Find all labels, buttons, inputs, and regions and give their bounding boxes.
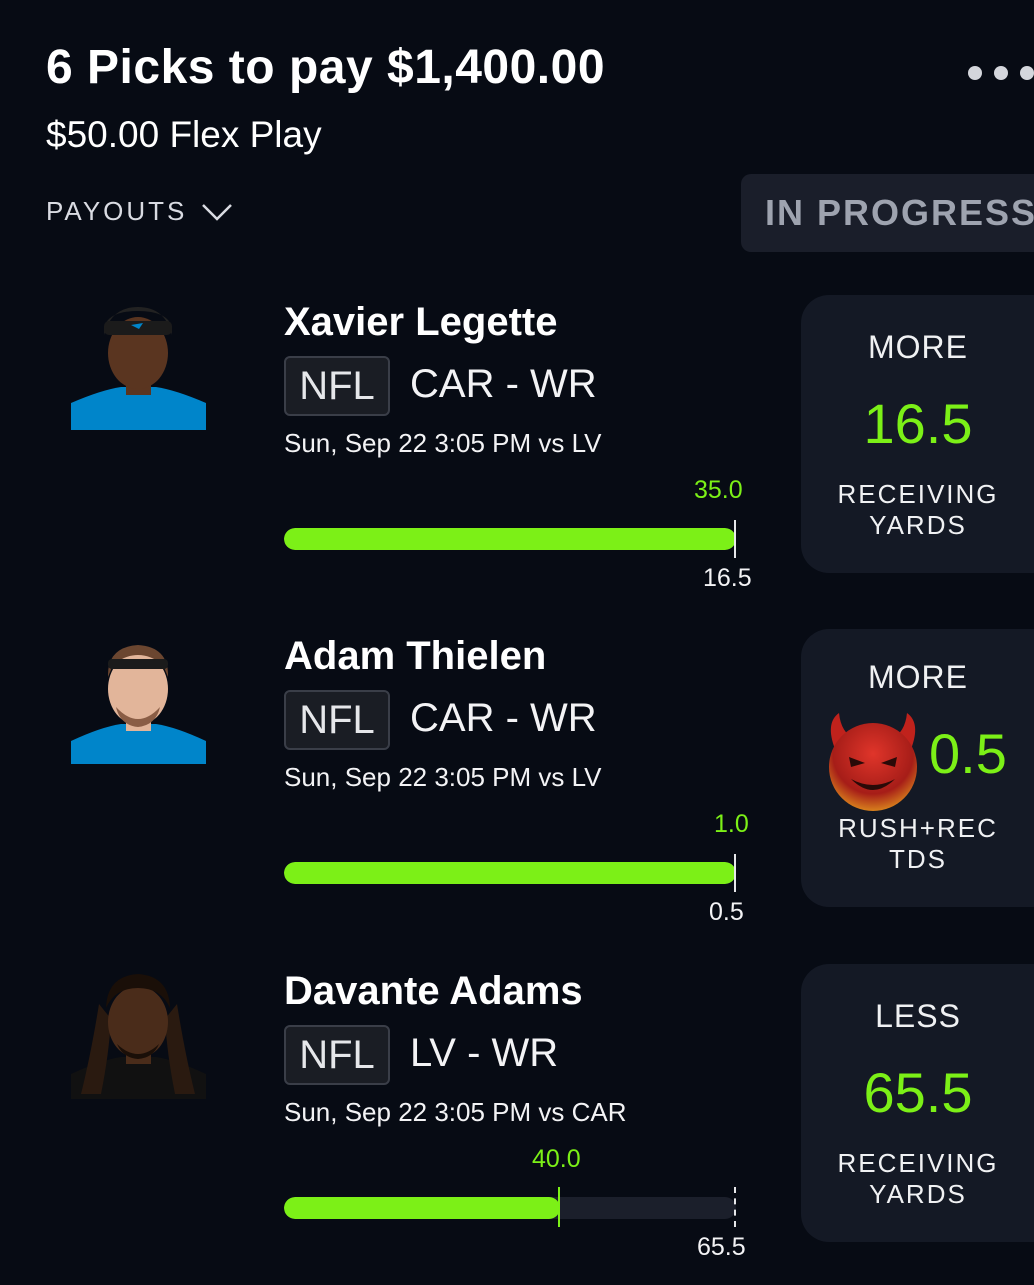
line-value: 65.5 [697, 1233, 746, 1261]
line-value: 0.5 [709, 898, 744, 926]
league-tag: NFL [284, 690, 390, 750]
stat-card[interactable]: MORE 0.5 RUSH+REC TDS [801, 629, 1034, 907]
player-name: Xavier Legette [284, 300, 558, 344]
line-value: 16.5 [703, 564, 752, 592]
pick-row: Adam Thielen NFL CAR - WR Sun, Sep 22 3:… [0, 624, 1034, 926]
stat-type: RECEIVING YARDS [837, 1148, 999, 1209]
stat-type: RECEIVING YARDS [837, 479, 999, 540]
projection-value: 0.5 [929, 722, 1007, 785]
progress-fill [284, 862, 736, 884]
more-options-button[interactable] [948, 58, 1034, 88]
league-tag: NFL [284, 1025, 390, 1085]
devil-emoji-icon [829, 713, 917, 811]
player-avatar [71, 974, 206, 1099]
more-dot-icon [1020, 66, 1034, 80]
stat-card[interactable]: LESS 65.5 RECEIVING YARDS [801, 964, 1034, 1242]
progress-bar [284, 862, 736, 884]
progress-bar [284, 1197, 736, 1219]
actual-marker [558, 1187, 560, 1227]
game-info: Sun, Sep 22 3:05 PM vs LV [284, 762, 602, 792]
pick-direction: LESS [875, 998, 961, 1034]
team-position: LV - WR [410, 1031, 559, 1075]
player-avatar [71, 645, 206, 764]
payouts-toggle[interactable]: PAYOUTS [46, 196, 233, 227]
team-position: CAR - WR [410, 362, 597, 406]
actual-stat-value: 35.0 [694, 476, 743, 504]
league-tag: NFL [284, 356, 390, 416]
progress-fill [284, 528, 736, 550]
pick-row: Davante Adams NFL LV - WR Sun, Sep 22 3:… [0, 959, 1034, 1261]
line-marker [734, 854, 736, 892]
chevron-down-icon [202, 203, 233, 221]
progress-bar [284, 528, 736, 550]
stat-type: RUSH+REC TDS [838, 813, 998, 874]
projection-value: 65.5 [863, 1061, 973, 1124]
line-marker [734, 1187, 736, 1227]
team-position: CAR - WR [410, 696, 597, 740]
player-name: Adam Thielen [284, 634, 547, 678]
progress-fill [284, 1197, 560, 1219]
pick-direction: MORE [868, 329, 968, 365]
more-dot-icon [968, 66, 982, 80]
play-type-subtitle: $50.00 Flex Play [46, 114, 322, 155]
player-avatar [71, 307, 206, 430]
actual-stat-value: 40.0 [532, 1145, 581, 1173]
projection-value: 16.5 [863, 392, 973, 455]
game-info: Sun, Sep 22 3:05 PM vs LV [284, 428, 602, 458]
game-info: Sun, Sep 22 3:05 PM vs CAR [284, 1097, 627, 1127]
stat-card[interactable]: MORE 16.5 RECEIVING YARDS [801, 295, 1034, 573]
more-dot-icon [994, 66, 1008, 80]
pick-row: Xavier Legette NFL CAR - WR Sun, Sep 22 … [0, 290, 1034, 592]
status-badge: IN PROGRESS [741, 174, 1034, 252]
pick-direction: MORE [868, 659, 968, 695]
player-name: Davante Adams [284, 969, 583, 1013]
page-title: 6 Picks to pay $1,400.00 [46, 41, 606, 94]
line-marker [734, 520, 736, 558]
actual-stat-value: 1.0 [714, 810, 749, 838]
payouts-label: PAYOUTS [46, 196, 188, 226]
